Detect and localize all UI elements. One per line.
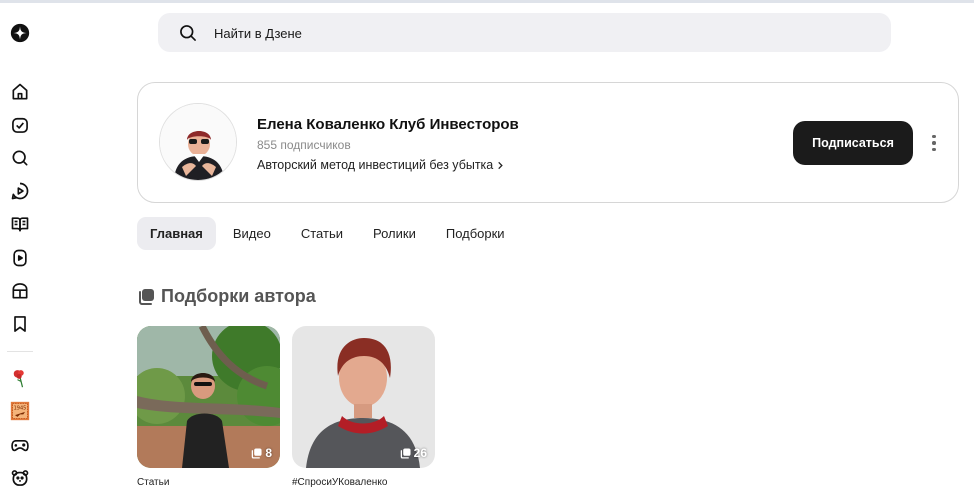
tab-collections[interactable]: Подборки <box>433 217 518 250</box>
item-count-badge: 26 <box>400 446 427 460</box>
chevron-right-icon <box>498 161 504 169</box>
collection-icon <box>139 288 154 305</box>
profile-description-link[interactable]: Авторский метод инвестиций без убытка <box>257 158 505 172</box>
collection-icon <box>252 447 262 459</box>
channel-tabs: Главная Видео Статьи Ролики Подборки <box>137 217 522 250</box>
zen-logo-icon[interactable] <box>6 19 34 47</box>
section-header: Подборки автора <box>137 286 316 307</box>
stamp-1945-icon[interactable]: 1945 <box>6 397 34 425</box>
search-icon <box>180 25 196 41</box>
item-count-badge: 8 <box>251 446 272 460</box>
collection-card[interactable]: 26 <box>292 326 435 468</box>
section-title: Подборки автора <box>161 286 316 306</box>
item-count: 26 <box>413 446 427 460</box>
video-icon[interactable] <box>6 244 34 272</box>
subscribe-button[interactable]: Подписаться <box>793 121 913 165</box>
tab-main[interactable]: Главная <box>137 217 216 250</box>
book-icon[interactable] <box>6 210 34 238</box>
search-bar[interactable] <box>158 13 891 52</box>
profile-card: Елена Коваленко Клуб Инвесторов 855 подп… <box>137 82 959 203</box>
top-border <box>0 0 974 3</box>
bear-icon[interactable] <box>6 464 34 492</box>
profile-description: Авторский метод инвестиций без убытка <box>257 158 494 172</box>
svg-text:1945: 1945 <box>14 405 27 411</box>
home-icon[interactable] <box>6 78 34 106</box>
item-count: 8 <box>265 446 272 460</box>
search-input[interactable] <box>214 22 814 44</box>
subscriber-count: 855 подписчиков <box>257 138 351 152</box>
calendar-check-icon[interactable] <box>6 111 34 139</box>
carnation-icon[interactable] <box>6 364 34 392</box>
sidebar: 1945 <box>0 0 40 493</box>
tab-video[interactable]: Видео <box>220 217 284 250</box>
search-icon[interactable] <box>6 144 34 172</box>
tab-shorts[interactable]: Ролики <box>360 217 429 250</box>
collection-icon <box>400 447 411 459</box>
collection-caption[interactable]: #СпросиУКоваленко <box>292 477 387 488</box>
more-options-icon[interactable] <box>927 131 941 155</box>
collection-card[interactable]: 8 <box>137 326 280 468</box>
play-circle-icon[interactable] <box>6 177 34 205</box>
bookmark-icon[interactable] <box>6 310 34 338</box>
profile-name: Елена Коваленко Клуб Инвесторов <box>257 116 519 133</box>
tab-articles[interactable]: Статьи <box>288 217 356 250</box>
sidebar-divider <box>7 351 33 352</box>
collection-caption[interactable]: Статьи <box>137 477 169 488</box>
box-icon[interactable] <box>6 277 34 305</box>
gamepad-icon[interactable] <box>6 431 34 459</box>
avatar[interactable] <box>159 103 237 181</box>
